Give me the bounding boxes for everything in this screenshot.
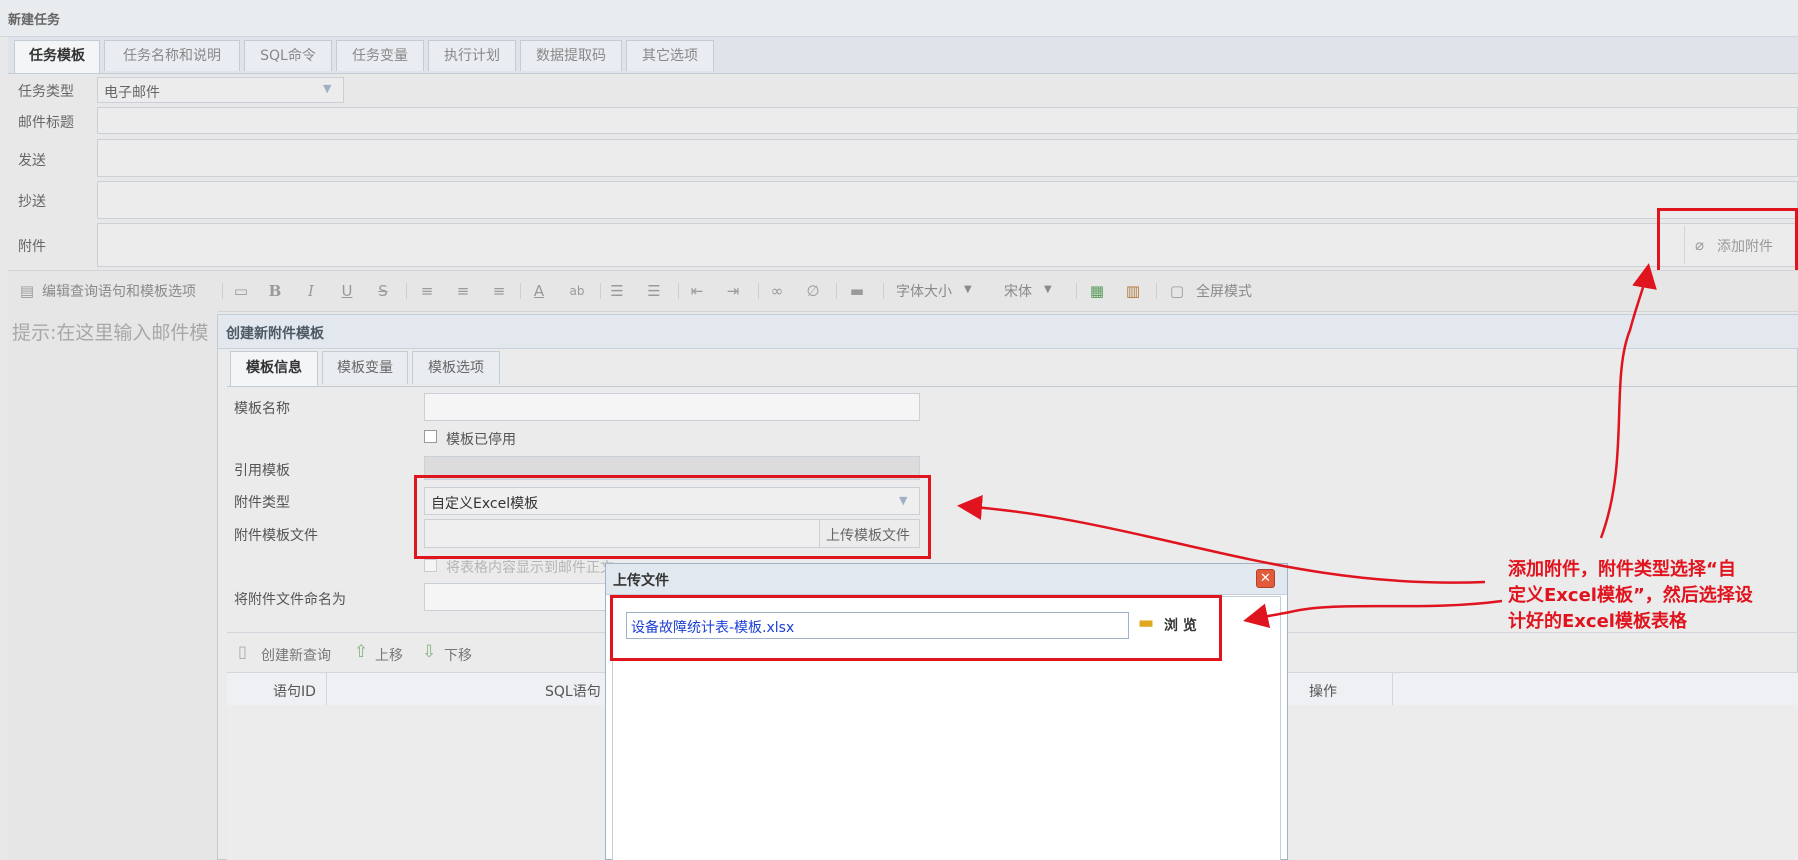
annotation-line-1: 添加附件，附件类型选择“自 — [1508, 559, 1736, 580]
arrow-to-upload — [1243, 599, 1503, 629]
annotation-line-3: 计好的Excel模板表格 — [1508, 611, 1687, 632]
annotation-text: 添加附件，附件类型选择“自 定义Excel模板”，然后选择设 计好的Excel模… — [1508, 557, 1753, 635]
annotation-arrows — [957, 263, 1657, 629]
arrow-to-attach-type — [957, 495, 1486, 584]
annotation-line-2: 定义Excel模板”，然后选择设 — [1508, 585, 1753, 606]
arrow-to-add-attachment — [1599, 263, 1657, 539]
